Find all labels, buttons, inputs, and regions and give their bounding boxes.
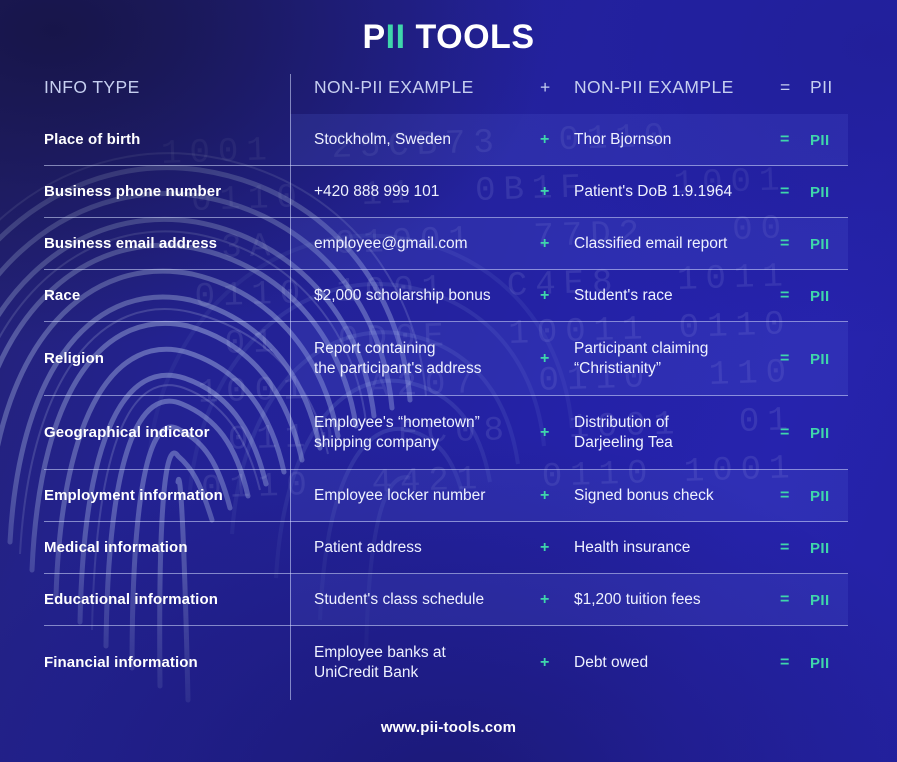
table-row: Place of birth Stockholm, Sweden + Thor Bjo…: [44, 114, 848, 166]
equals-icon: =: [780, 654, 790, 671]
cell-example-2: Signed bonus check: [574, 486, 714, 504]
cell-result-pii: PII: [810, 350, 830, 368]
plus-icon: +: [540, 183, 550, 200]
cell-info-type: Medical information: [44, 539, 188, 557]
equals-icon: =: [780, 487, 790, 504]
table-row: Geographical indicator Employee's “hometo…: [44, 396, 848, 470]
header-info-type: INFO TYPE: [44, 77, 140, 97]
column-divider: [290, 74, 291, 700]
cell-example-1: Report containing the participant's addr…: [314, 339, 482, 377]
cell-result-pii: PII: [810, 183, 830, 201]
cell-example-2: Participant claiming “Christianity”: [574, 339, 709, 377]
plus-icon: +: [540, 424, 550, 441]
cell-info-type: Business email address: [44, 235, 218, 253]
equals-icon: =: [780, 183, 790, 200]
header-example-2: NON-PII EXAMPLE: [574, 77, 734, 97]
table-row: Business phone number +420 888 999 101 + Pa…: [44, 166, 848, 218]
table-row: Educational information Student's class s…: [44, 574, 848, 626]
cell-example-1: Employee's “hometown” shipping company: [314, 413, 480, 451]
cell-info-type: Educational information: [44, 591, 218, 609]
header-equals-icon: =: [780, 77, 791, 97]
cell-info-type: Race: [44, 287, 81, 305]
cell-info-type: Employment information: [44, 487, 223, 505]
footer-url[interactable]: www.pii-tools.com: [0, 719, 897, 736]
cell-result-pii: PII: [810, 131, 830, 149]
cell-example-2: Distribution of Darjeeling Tea: [574, 413, 673, 451]
cell-example-1: Employee banks at UniCredit Bank: [314, 643, 446, 681]
cell-example-2: $1,200 tuition fees: [574, 590, 701, 608]
cell-example-1: $2,000 scholarship bonus: [314, 286, 491, 304]
equals-icon: =: [780, 235, 790, 252]
table-row: Business email address employee@gmail.com…: [44, 218, 848, 270]
table-row: Financial information Employee banks at U…: [44, 626, 848, 700]
cell-example-2: Patient's DoB 1.9.1964: [574, 182, 733, 200]
header-result: PII: [810, 77, 833, 97]
cell-info-type: Financial information: [44, 654, 198, 672]
infographic-page: PII TOOLS INFO TYPE NON-PII EXAMPLE + NO…: [0, 0, 897, 762]
plus-icon: +: [540, 654, 550, 671]
table-header-row: INFO TYPE NON-PII EXAMPLE + NON-PII EXAM…: [44, 74, 848, 114]
cell-info-type: Business phone number: [44, 183, 222, 201]
brand-logo-p: P: [362, 18, 386, 56]
brand-logo-ii: II: [385, 18, 406, 56]
plus-icon: +: [540, 131, 550, 148]
equals-icon: =: [780, 287, 790, 304]
cell-example-2: Thor Bjornson: [574, 130, 672, 148]
cell-result-pii: PII: [810, 654, 830, 672]
cell-result-pii: PII: [810, 487, 830, 505]
table-row: Medical information Patient address + Healt…: [44, 522, 848, 574]
plus-icon: +: [540, 539, 550, 556]
brand-logo-tools: TOOLS: [405, 18, 535, 56]
equals-icon: =: [780, 591, 790, 608]
cell-result-pii: PII: [810, 235, 830, 253]
brand-logo: PII TOOLS: [0, 18, 897, 57]
cell-example-1: employee@gmail.com: [314, 234, 468, 252]
cell-info-type: Religion: [44, 350, 104, 368]
plus-icon: +: [540, 235, 550, 252]
plus-icon: +: [540, 350, 550, 367]
pii-comparison-table: INFO TYPE NON-PII EXAMPLE + NON-PII EXAM…: [44, 74, 848, 700]
cell-result-pii: PII: [810, 539, 830, 557]
cell-example-2: Debt owed: [574, 653, 649, 671]
table-body: Place of birth Stockholm, Sweden + Thor Bjo…: [44, 114, 848, 700]
cell-example-2: Student's race: [574, 286, 673, 304]
plus-icon: +: [540, 487, 550, 504]
cell-example-1: +420 888 999 101: [314, 182, 440, 200]
header-example-1: NON-PII EXAMPLE: [314, 77, 474, 97]
table-row: Religion Report containing the participan…: [44, 322, 848, 396]
plus-icon: +: [540, 591, 550, 608]
plus-icon: +: [540, 287, 550, 304]
cell-example-2: Health insurance: [574, 538, 691, 556]
cell-info-type: Geographical indicator: [44, 424, 210, 442]
cell-result-pii: PII: [810, 424, 830, 442]
cell-example-2: Classified email report: [574, 234, 728, 252]
table-row: Race $2,000 scholarship bonus + Student's r…: [44, 270, 848, 322]
cell-example-1: Student's class schedule: [314, 590, 485, 608]
equals-icon: =: [780, 350, 790, 367]
table-row: Employment information Employee locker nu…: [44, 470, 848, 522]
cell-example-1: Stockholm, Sweden: [314, 130, 451, 148]
cell-result-pii: PII: [810, 287, 830, 305]
cell-example-1: Employee locker number: [314, 486, 486, 504]
equals-icon: =: [780, 539, 790, 556]
cell-info-type: Place of birth: [44, 131, 141, 149]
header-plus-icon: +: [540, 77, 551, 97]
cell-result-pii: PII: [810, 591, 830, 609]
cell-example-1: Patient address: [314, 538, 422, 556]
equals-icon: =: [780, 131, 790, 148]
equals-icon: =: [780, 424, 790, 441]
